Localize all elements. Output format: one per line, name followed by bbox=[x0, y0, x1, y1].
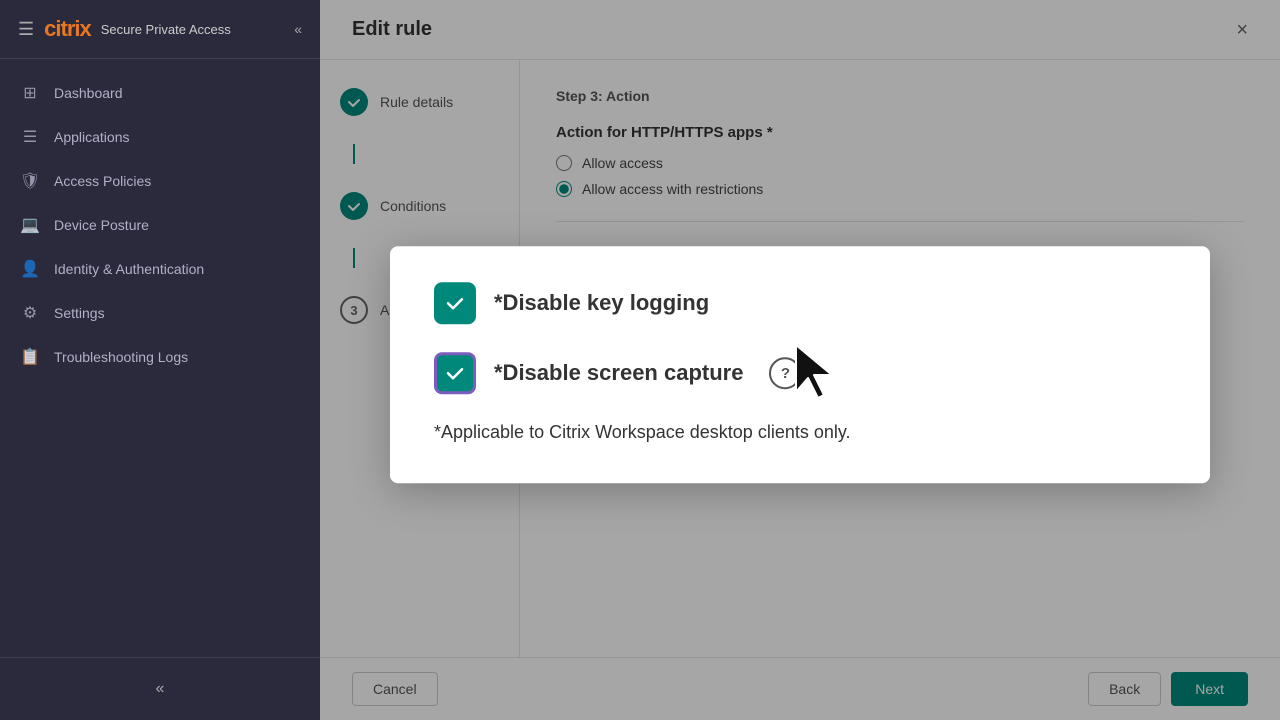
checkbox-disable-screen-capture[interactable] bbox=[434, 352, 476, 394]
sidebar-item-identity-auth[interactable]: 👤 Identity & Authentication bbox=[0, 247, 320, 291]
dashboard-icon: ⊞ bbox=[20, 83, 40, 103]
sidebar-collapse-top[interactable]: « bbox=[294, 21, 302, 37]
allow-restrictions-label: Allow access with restrictions bbox=[582, 181, 763, 197]
disable-screen-capture-label: *Disable screen capture bbox=[494, 360, 743, 386]
panel-footer: Cancel Back Next bbox=[320, 657, 1280, 720]
sidebar-item-device-posture[interactable]: 💻 Device Posture bbox=[0, 203, 320, 247]
http-section-label: Action for HTTP/HTTPS apps * bbox=[556, 124, 1244, 141]
step-circle-done bbox=[340, 88, 368, 116]
logs-icon: 📋 bbox=[20, 347, 40, 367]
sidebar-item-dashboard[interactable]: ⊞ Dashboard bbox=[0, 71, 320, 115]
sidebar-bottom: « bbox=[0, 657, 320, 720]
step-label-rule-details: Rule details bbox=[380, 94, 453, 110]
sidebar-item-label: Settings bbox=[54, 305, 105, 321]
sidebar-header: ☰ citrix Secure Private Access « bbox=[0, 0, 320, 59]
sidebar-item-access-policies[interactable]: 🛡 Access Policies bbox=[0, 159, 320, 203]
radio-allow-access[interactable]: Allow access bbox=[556, 155, 1244, 171]
step-circle-conditions bbox=[340, 192, 368, 220]
step-conditions: Conditions bbox=[340, 192, 499, 220]
shield-icon: 🛡 bbox=[20, 171, 40, 191]
settings-icon: ⚙ bbox=[20, 303, 40, 323]
sidebar-item-settings[interactable]: ⚙ Settings bbox=[0, 291, 320, 335]
sidebar: ☰ citrix Secure Private Access « ⊞ Dashb… bbox=[0, 0, 320, 720]
cancel-button[interactable]: Cancel bbox=[352, 672, 438, 706]
allow-restrictions-radio[interactable] bbox=[556, 181, 572, 197]
sidebar-item-troubleshooting[interactable]: 📋 Troubleshooting Logs bbox=[0, 335, 320, 379]
popup-card: *Disable key logging *Disable screen cap… bbox=[390, 246, 1210, 483]
step-connector-2 bbox=[353, 248, 355, 268]
sidebar-item-label: Device Posture bbox=[54, 217, 149, 233]
disable-key-logging-label: *Disable key logging bbox=[494, 290, 709, 316]
footer-btn-group: Back Next bbox=[1088, 672, 1248, 706]
hamburger-icon[interactable]: ☰ bbox=[18, 19, 34, 40]
close-button[interactable]: × bbox=[1236, 20, 1248, 40]
step-label-conditions: Conditions bbox=[380, 198, 446, 214]
panel-title: Edit rule bbox=[352, 18, 432, 41]
sidebar-item-applications[interactable]: ☰ Applications bbox=[0, 115, 320, 159]
sidebar-item-label: Access Policies bbox=[54, 173, 151, 189]
identity-icon: 👤 bbox=[20, 259, 40, 279]
allow-access-radio[interactable] bbox=[556, 155, 572, 171]
step-circle-actions: 3 bbox=[340, 296, 368, 324]
help-icon[interactable]: ? bbox=[769, 357, 801, 389]
sidebar-collapse-bottom[interactable]: « bbox=[0, 670, 320, 708]
sidebar-item-label: Troubleshooting Logs bbox=[54, 349, 188, 365]
step-connector-1 bbox=[353, 144, 355, 164]
main-content: Edit rule × Rule details Conditions bbox=[320, 0, 1280, 720]
section-divider-1 bbox=[556, 221, 1244, 222]
sidebar-item-label: Dashboard bbox=[54, 85, 123, 101]
panel-header: Edit rule × bbox=[320, 0, 1280, 60]
popup-note: *Applicable to Citrix Workspace desktop … bbox=[434, 422, 1166, 443]
next-button[interactable]: Next bbox=[1171, 672, 1248, 706]
device-icon: 💻 bbox=[20, 215, 40, 235]
citrix-logo: citrix bbox=[44, 16, 91, 42]
checkbox-disable-key-logging[interactable] bbox=[434, 282, 476, 324]
sidebar-item-label: Applications bbox=[54, 129, 130, 145]
product-name: Secure Private Access bbox=[101, 22, 231, 37]
applications-icon: ☰ bbox=[20, 127, 40, 147]
sidebar-item-label: Identity & Authentication bbox=[54, 261, 204, 277]
allow-access-label: Allow access bbox=[582, 155, 663, 171]
step-heading: Step 3: Action bbox=[556, 88, 1244, 104]
sidebar-nav: ⊞ Dashboard ☰ Applications 🛡 Access Poli… bbox=[0, 59, 320, 657]
popup-item-disable-screen-capture: *Disable screen capture ? bbox=[434, 352, 1166, 394]
step-rule-details: Rule details bbox=[340, 88, 499, 116]
popup-item-disable-key-logging: *Disable key logging bbox=[434, 282, 1166, 324]
radio-allow-with-restrictions[interactable]: Allow access with restrictions bbox=[556, 181, 1244, 197]
back-button[interactable]: Back bbox=[1088, 672, 1161, 706]
